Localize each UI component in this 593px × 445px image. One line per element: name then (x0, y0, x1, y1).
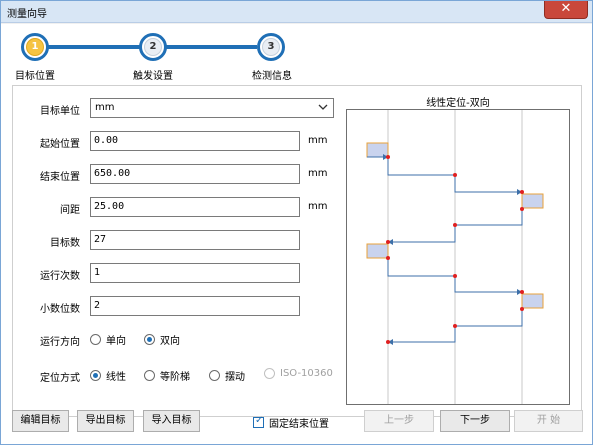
decimals-label: 小数位数 (40, 304, 80, 315)
positioning-swing-label: 摆动 (225, 372, 245, 383)
chart-title: 线性定位-双向 (426, 98, 490, 109)
positioning-step-radio[interactable]: 等阶梯 (144, 368, 190, 383)
close-icon: ✕ (560, 1, 572, 16)
step-3-label: 检测信息 (252, 71, 292, 82)
export-target-button[interactable]: 导出目标 (77, 410, 134, 432)
positioning-diagram-svg (366, 110, 544, 404)
step-1-label: 目标位置 (15, 71, 55, 82)
positioning-swing-radio[interactable]: 摆动 (209, 368, 245, 383)
fix-end-label: 固定结束位置 (269, 419, 329, 430)
positioning-step-label: 等阶梯 (160, 372, 190, 383)
start-pos-input[interactable]: 0.00 (90, 131, 300, 151)
next-button[interactable]: 下一步 (440, 410, 510, 432)
direction-twoway-label: 双向 (160, 336, 180, 347)
step-2-number: 2 (144, 38, 162, 56)
spacing-unit: mm (308, 201, 328, 212)
wizard-window: 测量向导 ✕ 1 2 3 目标位置 触发设置 检测信息 目标单位 mm 起始位置… (0, 0, 593, 445)
direction-oneway-label: 单向 (106, 336, 126, 347)
wizard-body: 1 2 3 目标位置 触发设置 检测信息 目标单位 mm 起始位置 0.00 m… (1, 24, 592, 444)
end-pos-label: 结束位置 (40, 172, 80, 183)
run-count-input[interactable]: 1 (90, 263, 300, 283)
direction-label: 运行方向 (40, 337, 80, 348)
end-pos-unit: mm (308, 168, 328, 179)
window-title: 测量向导 (7, 9, 47, 20)
chevron-down-icon (317, 101, 329, 119)
step-3-indicator: 3 (257, 33, 285, 61)
end-pos-input[interactable]: 650.00 (90, 164, 300, 184)
fix-end-checkbox[interactable]: 固定结束位置 (253, 415, 329, 430)
start-button[interactable]: 开 始 (514, 410, 583, 432)
step-1-indicator: 1 (21, 33, 49, 61)
import-target-button[interactable]: 导入目标 (143, 410, 200, 432)
settings-panel: 目标单位 mm 起始位置 0.00 mm 结束位置 650.00 mm 间距 2… (12, 85, 582, 417)
start-pos-unit: mm (308, 135, 328, 146)
positioning-iso-label: ISO-10360 (280, 368, 333, 379)
spacing-input[interactable]: 25.00 (90, 197, 300, 217)
step-2-indicator: 2 (139, 33, 167, 61)
target-unit-value: mm (95, 102, 115, 113)
spacing-label: 间距 (60, 205, 80, 216)
step-2-label: 触发设置 (133, 71, 173, 82)
decimals-input[interactable]: 2 (90, 296, 300, 316)
prev-button[interactable]: 上一步 (364, 410, 434, 432)
positioning-diagram (346, 109, 570, 405)
start-pos-label: 起始位置 (40, 139, 80, 150)
direction-oneway-radio[interactable]: 单向 (90, 332, 126, 347)
run-count-label: 运行次数 (40, 271, 80, 282)
target-count-label: 目标数 (50, 238, 80, 249)
direction-twoway-radio[interactable]: 双向 (144, 332, 180, 347)
title-bar: 测量向导 ✕ (1, 1, 592, 23)
step-3-number: 3 (262, 38, 280, 56)
target-unit-select[interactable]: mm (90, 98, 334, 118)
checkbox-checked-icon (253, 415, 264, 428)
edit-target-button[interactable]: 编辑目标 (12, 410, 69, 432)
step-1-number: 1 (26, 38, 44, 56)
target-count-input[interactable]: 27 (90, 230, 300, 250)
target-unit-label: 目标单位 (40, 106, 80, 117)
positioning-label: 定位方式 (40, 373, 80, 384)
positioning-linear-label: 线性 (106, 372, 126, 383)
close-button[interactable]: ✕ (544, 1, 588, 19)
positioning-linear-radio[interactable]: 线性 (90, 368, 126, 383)
positioning-iso-radio: ISO-10360 (264, 368, 333, 379)
